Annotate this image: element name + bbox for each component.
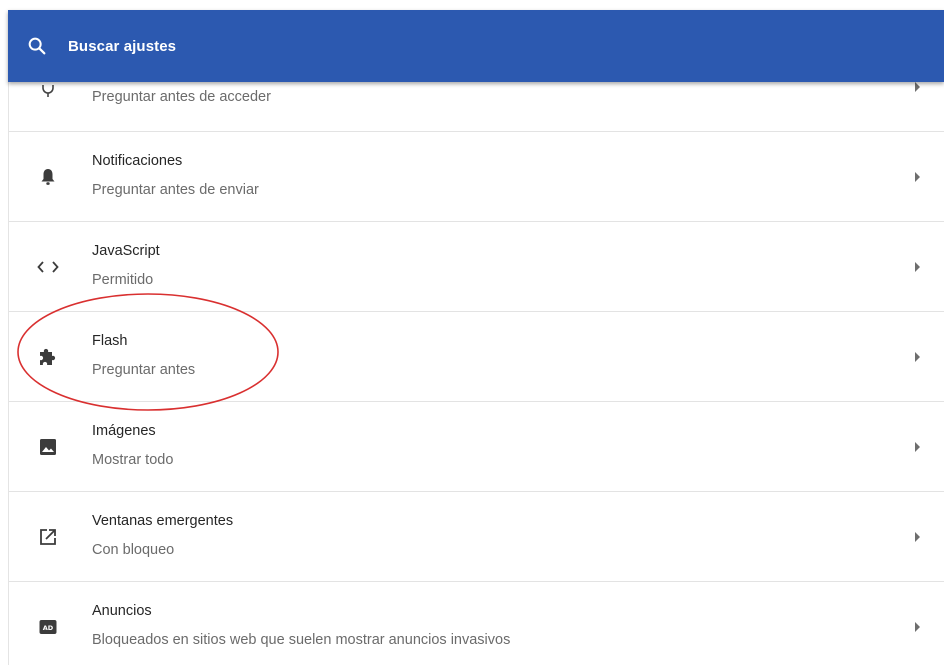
- setting-title: JavaScript: [92, 243, 160, 259]
- chevron-right-icon: [915, 442, 920, 452]
- setting-row-javascript[interactable]: JavaScript Permitido: [9, 222, 944, 312]
- open-in-new-icon: [37, 526, 59, 548]
- svg-text:AD: AD: [43, 624, 54, 632]
- microphone-icon: [37, 82, 59, 104]
- search-icon: [28, 37, 46, 55]
- setting-title: Anuncios: [92, 603, 152, 619]
- setting-subtitle: Permitido: [92, 272, 154, 288]
- content-settings-list: Preguntar antes de acceder Notificacione…: [8, 82, 944, 665]
- setting-title: Notificaciones: [92, 153, 183, 169]
- chevron-right-icon: [915, 622, 920, 632]
- setting-subtitle: Bloqueados en sitios web que suelen most…: [92, 632, 511, 648]
- chevron-right-icon: [915, 172, 920, 182]
- chevron-right-icon: [915, 532, 920, 542]
- setting-title: Flash: [92, 333, 128, 349]
- setting-subtitle: Con bloqueo: [92, 542, 175, 558]
- ad-icon: AD: [37, 616, 59, 638]
- image-icon: [37, 436, 59, 458]
- setting-row-notifications[interactable]: Notificaciones Preguntar antes de enviar: [9, 132, 944, 222]
- setting-row-microphone[interactable]: Preguntar antes de acceder: [9, 82, 944, 132]
- setting-title: Imágenes: [92, 423, 156, 439]
- setting-row-ads[interactable]: AD Anuncios Bloqueados en sitios web que…: [9, 582, 944, 665]
- chevron-right-icon: [915, 262, 920, 272]
- setting-subtitle: Preguntar antes de enviar: [92, 182, 259, 198]
- code-icon: [37, 256, 59, 278]
- setting-title: Ventanas emergentes: [92, 513, 234, 529]
- setting-row-images[interactable]: Imágenes Mostrar todo: [9, 402, 944, 492]
- search-input[interactable]: Buscar ajustes: [68, 38, 176, 55]
- setting-row-flash[interactable]: Flash Preguntar antes: [9, 312, 944, 402]
- setting-row-popups[interactable]: Ventanas emergentes Con bloqueo: [9, 492, 944, 582]
- puzzle-icon: [37, 346, 59, 368]
- setting-subtitle: Preguntar antes: [92, 362, 196, 378]
- chevron-right-icon: [915, 82, 920, 92]
- setting-subtitle: Mostrar todo: [92, 452, 174, 468]
- chevron-right-icon: [915, 352, 920, 362]
- search-bar[interactable]: Buscar ajustes: [8, 10, 944, 82]
- setting-subtitle: Preguntar antes de acceder: [92, 89, 271, 105]
- bell-icon: [37, 166, 59, 188]
